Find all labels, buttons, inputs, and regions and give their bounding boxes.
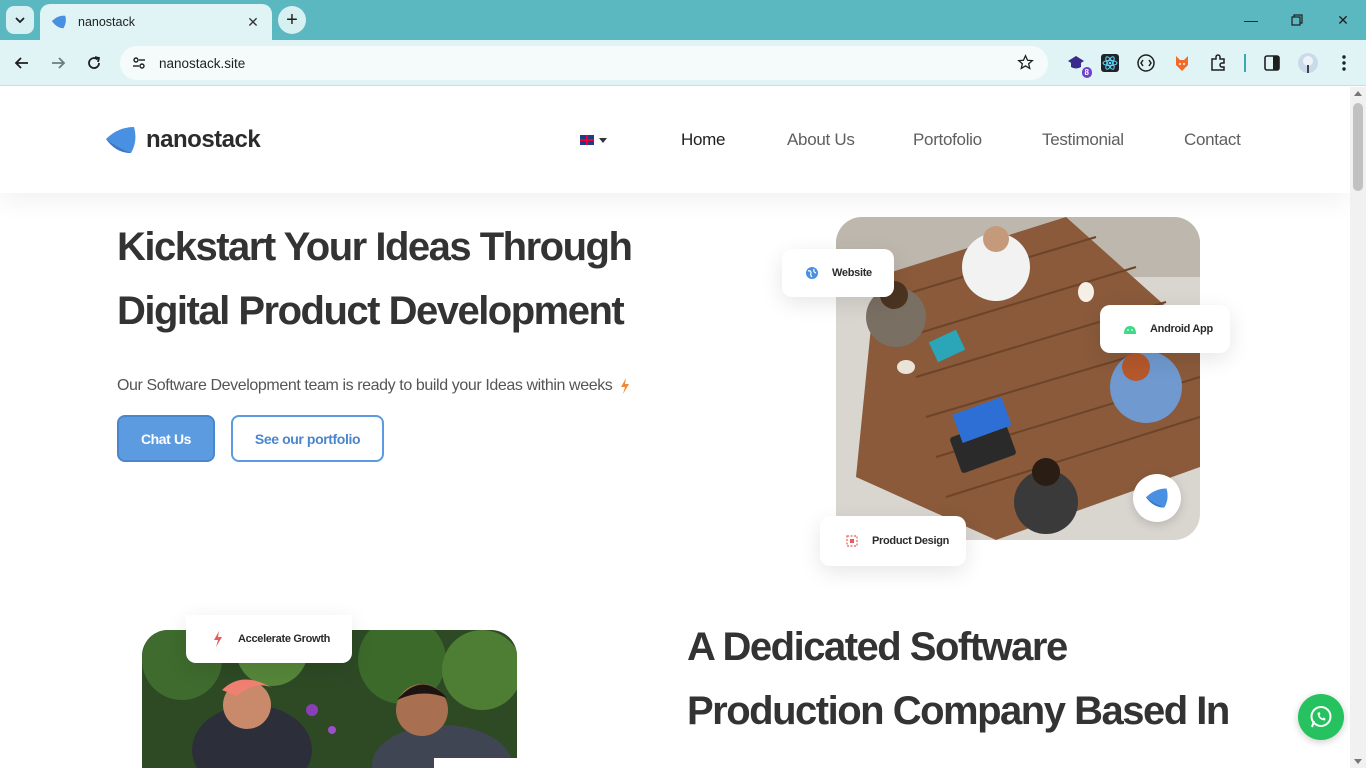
nav-testimonial[interactable]: Testimonial (1042, 130, 1124, 150)
nanostack-favicon-icon (51, 15, 66, 29)
restore-button[interactable] (1283, 8, 1311, 32)
android-app-badge: Android App (1100, 305, 1230, 353)
whatsapp-icon (1310, 706, 1332, 728)
reload-button[interactable] (81, 50, 107, 76)
chevron-down-icon (15, 17, 25, 24)
chat-us-button[interactable]: Chat Us (117, 415, 215, 462)
extension-react-icon[interactable] (1099, 52, 1121, 74)
about-title-line-2: Production Company Based In (687, 689, 1230, 733)
back-button[interactable] (9, 50, 35, 76)
nanostack-logo-icon (1146, 488, 1168, 508)
android-icon (1122, 321, 1138, 337)
nav-portfolio[interactable]: Portofolio (913, 130, 982, 150)
nanostack-logo-icon (106, 127, 136, 153)
scroll-up-arrow-icon[interactable] (1354, 91, 1362, 96)
accelerate-growth-badge: Accelerate Growth (186, 615, 352, 663)
close-window-button[interactable]: ✕ (1329, 8, 1357, 32)
bookmark-star-icon[interactable] (1017, 54, 1034, 71)
website-badge: Website (782, 249, 894, 297)
lightning-bolt-icon (210, 631, 226, 647)
minimize-button[interactable]: — (1237, 8, 1265, 32)
profile-avatar[interactable] (1297, 52, 1319, 74)
hero-subtitle: Our Software Development team is ready t… (117, 377, 630, 395)
site-info-icon[interactable] (122, 46, 156, 80)
tab-title: nanostack (78, 15, 135, 29)
nav-about-us[interactable]: About Us (787, 130, 855, 150)
hero-title-line-1: Kickstart Your Ideas Through (117, 225, 633, 269)
about-section-title: A Dedicated Software Production Company … (687, 615, 1287, 743)
nav-contact[interactable]: Contact (1184, 130, 1241, 150)
about-title-line-1: A Dedicated Software (687, 625, 1068, 669)
arrow-right-icon (52, 57, 66, 69)
browser-tab[interactable]: nanostack ✕ (40, 4, 272, 40)
globe-icon (804, 265, 820, 281)
extensions-puzzle-icon[interactable] (1207, 52, 1229, 74)
arrow-left-icon (14, 57, 28, 69)
browser-tab-bar: nanostack ✕ + — ✕ (0, 0, 1366, 40)
url-text: nanostack.site (159, 55, 246, 71)
see-portfolio-button[interactable]: See our portfolio (231, 415, 384, 462)
language-dropdown[interactable] (580, 135, 607, 145)
hero-title: Kickstart Your Ideas Through Digital Pro… (117, 215, 717, 343)
accelerate-growth-badge-label: Accelerate Growth (238, 633, 331, 645)
product-design-badge-label: Product Design (872, 535, 950, 547)
product-design-badge: Product Design (820, 516, 966, 566)
page-scrollbar[interactable] (1350, 87, 1366, 768)
site-header: nanostack Home About Us Portofolio Testi… (0, 87, 1350, 193)
caret-down-icon (599, 137, 607, 143)
scroll-down-arrow-icon[interactable] (1354, 759, 1362, 764)
logo-text: nanostack (146, 126, 261, 153)
side-panel-icon[interactable] (1261, 52, 1283, 74)
reload-icon (88, 56, 101, 69)
round-logo-badge (1133, 474, 1181, 522)
forward-button[interactable] (45, 50, 71, 76)
android-app-badge-label: Android App (1150, 323, 1213, 335)
uk-flag-icon (580, 135, 594, 145)
design-frame-icon (844, 533, 860, 549)
new-tab-button[interactable]: + (278, 6, 306, 34)
extension-badge: 8 (1081, 67, 1092, 78)
website-badge-label: Website (832, 267, 872, 279)
extension-fox-icon[interactable] (1171, 52, 1193, 74)
address-bar[interactable]: nanostack.site (120, 46, 1048, 80)
lightning-bolt-icon (621, 378, 630, 394)
close-tab-icon[interactable]: ✕ (244, 14, 262, 31)
web-page: nanostack Home About Us Portofolio Testi… (0, 87, 1350, 768)
site-logo[interactable]: nanostack (104, 125, 261, 155)
browser-menu-icon[interactable] (1333, 52, 1355, 74)
scrollbar-thumb[interactable] (1353, 103, 1363, 191)
extension-devtools-icon[interactable] (1135, 52, 1157, 74)
restore-icon (1291, 14, 1303, 26)
hero-title-line-2: Digital Product Development (117, 289, 625, 333)
whatsapp-chat-button[interactable] (1298, 694, 1344, 740)
tab-search-button[interactable] (6, 6, 34, 34)
toolbar-divider (1244, 54, 1246, 72)
nav-home[interactable]: Home (681, 130, 725, 150)
extension-dark-reader-icon[interactable]: 8 (1065, 52, 1092, 78)
hero-subtitle-text: Our Software Development team is ready t… (117, 377, 613, 394)
browser-toolbar: nanostack.site 8 (0, 40, 1366, 86)
